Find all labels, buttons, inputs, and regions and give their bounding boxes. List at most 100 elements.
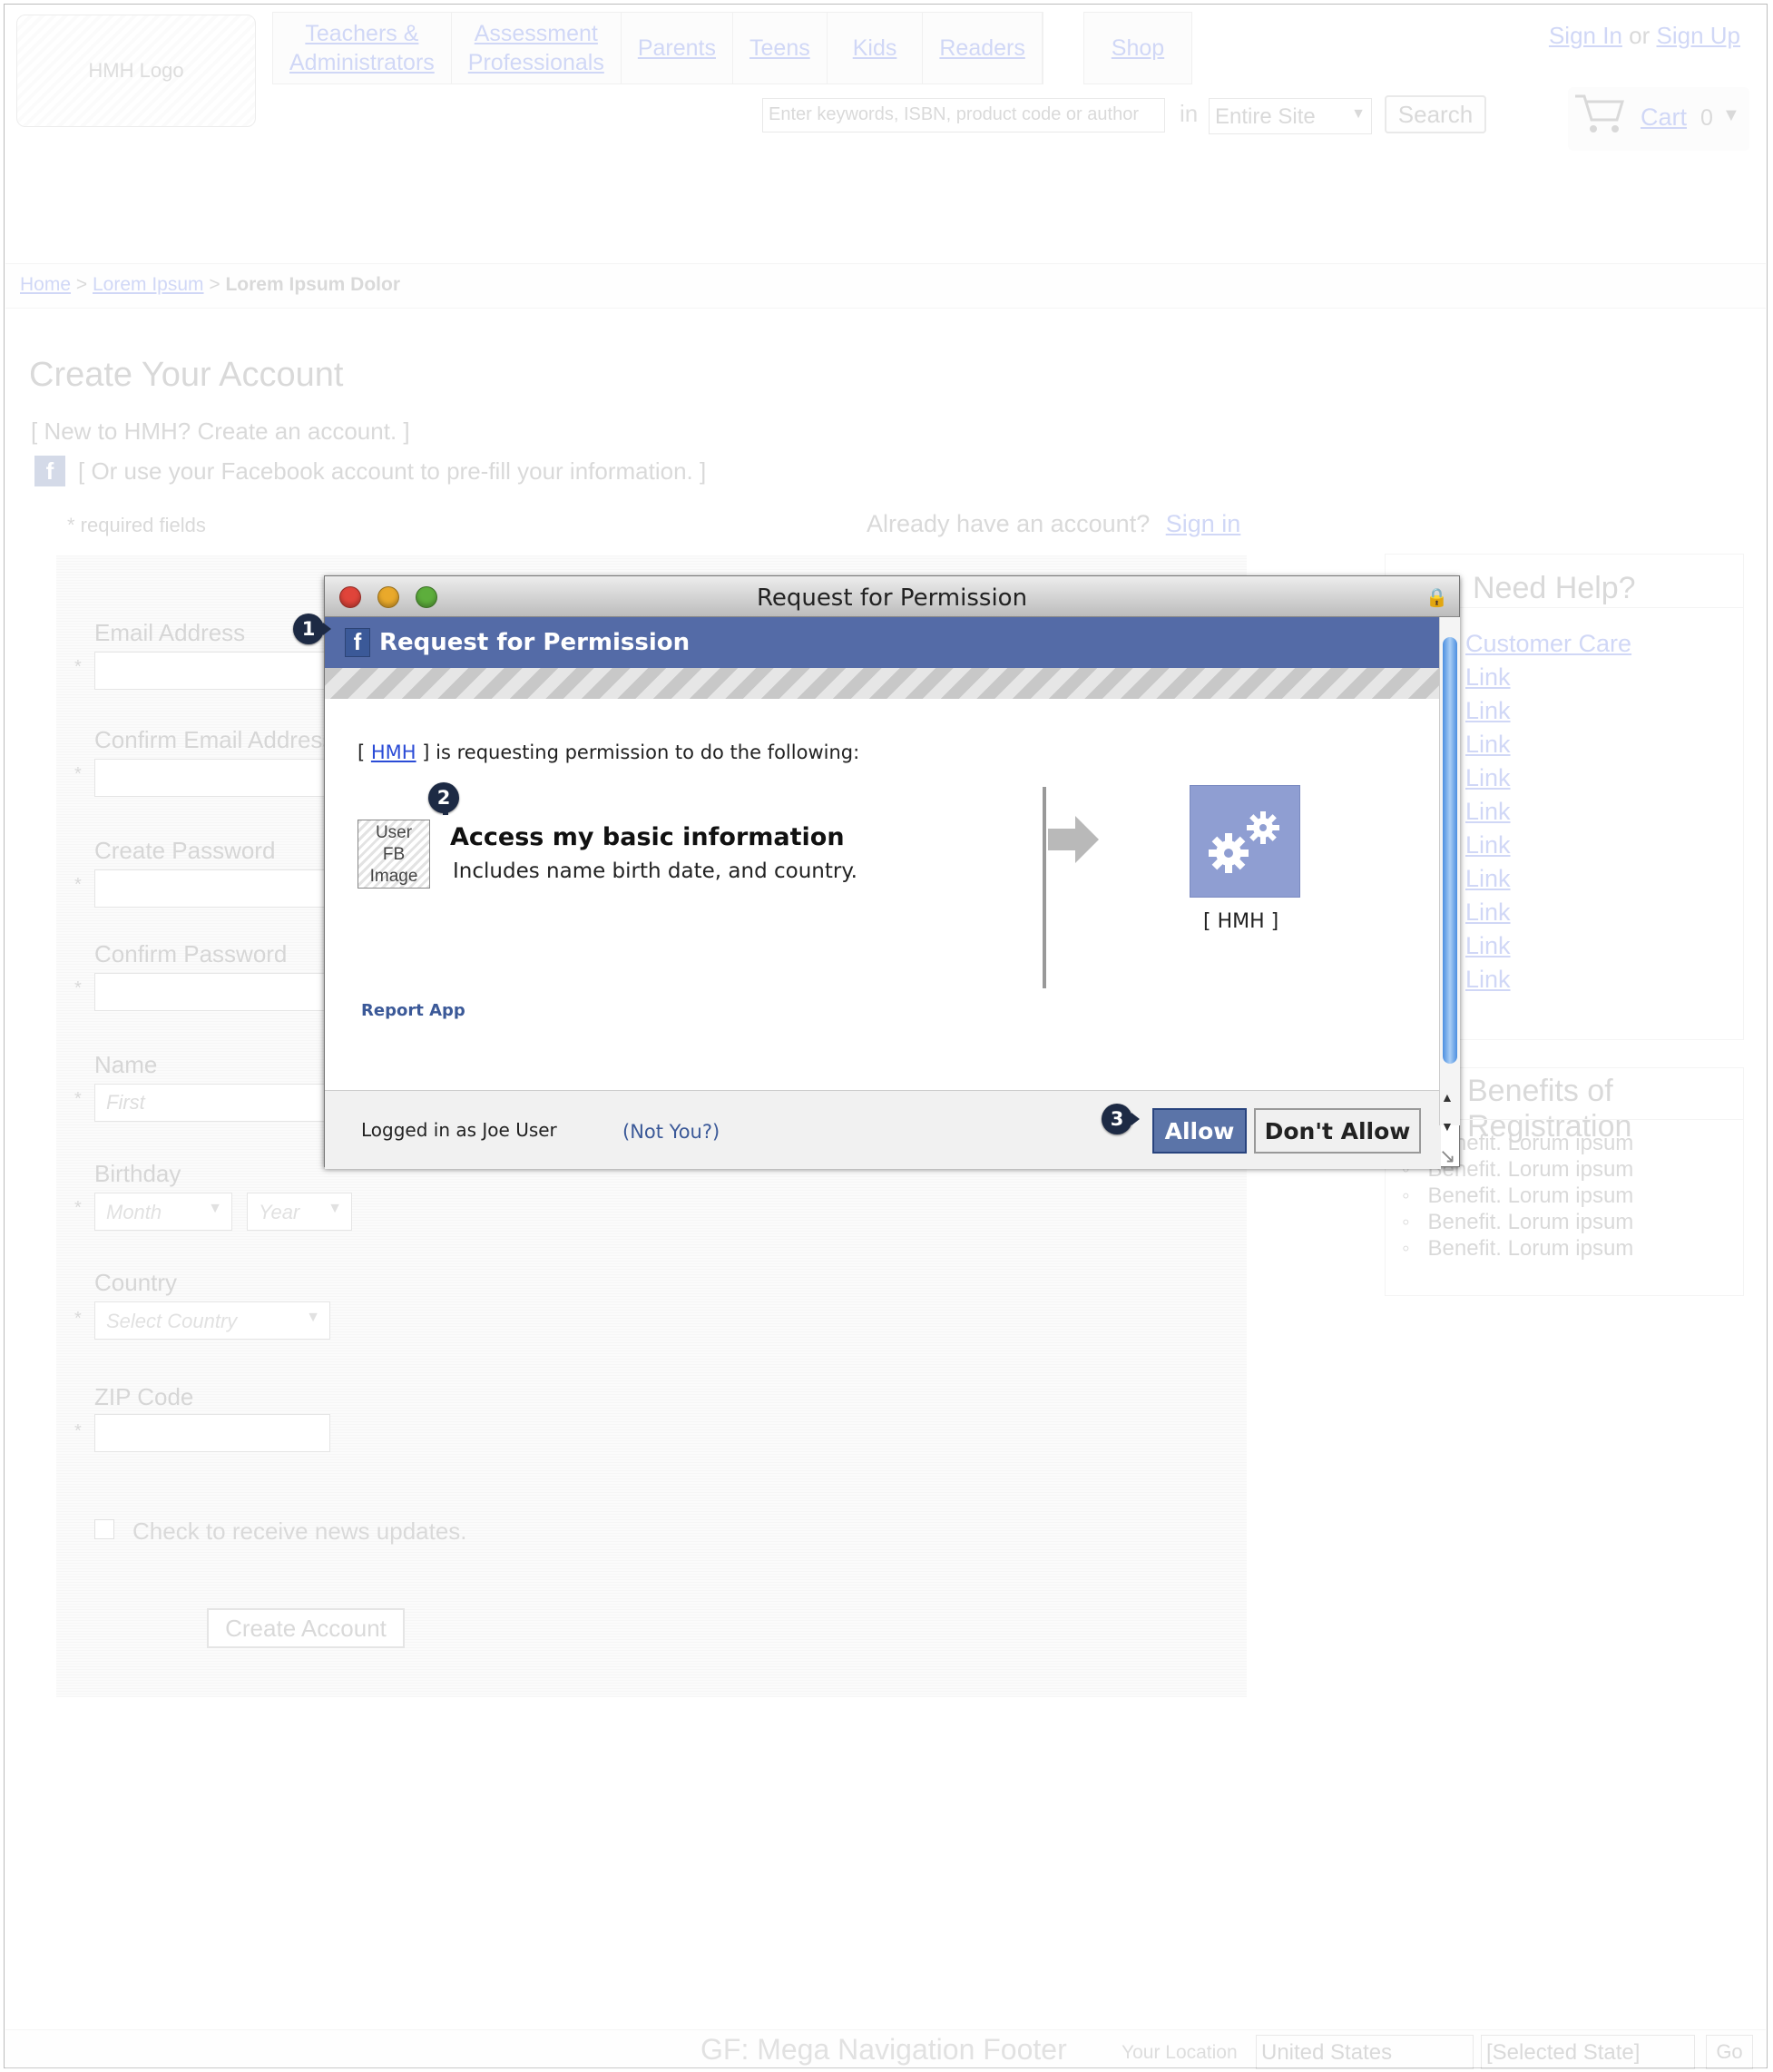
loading-stripes (325, 668, 1439, 699)
search-scope-value: Entire Site (1215, 104, 1316, 129)
create-account-button[interactable]: Create Account (207, 1608, 405, 1648)
go-button[interactable]: Go (1706, 2035, 1753, 2069)
nav-kids[interactable]: Kids (828, 13, 924, 83)
permission-dialog: Request for Permission 🔒 f Request for P… (324, 575, 1460, 1169)
resize-grip-icon[interactable]: ↘ (1439, 1144, 1455, 1168)
footer-title: GF: Mega Navigation Footer (700, 2033, 1067, 2066)
cart-dropdown-icon[interactable]: ▼ (1722, 105, 1740, 126)
top-nav: Teachers & Administrators Assessment Pro… (272, 12, 1043, 84)
already-text: Already have an account? (867, 510, 1151, 537)
help-links: Customer Care Link Link Link Link Link L… (1465, 627, 1631, 997)
window-title: Request for Permission (756, 584, 1028, 612)
logged-in-text: Logged in as Joe User (361, 1119, 557, 1141)
news-checkbox[interactable] (94, 1519, 114, 1539)
user-fb-image: User FB Image (358, 820, 430, 889)
year-select[interactable]: Year ▼ (247, 1193, 352, 1231)
callout-marker: 2 (428, 782, 459, 815)
app-link[interactable]: HMH (371, 741, 416, 763)
required-star: * (74, 978, 82, 998)
app-name: [ HMH ] (1203, 910, 1279, 933)
birthday-label: Birthday (94, 1160, 181, 1187)
search-scope-select[interactable]: Entire Site ▼ (1209, 98, 1372, 134)
sign-in-link[interactable]: Sign in (1166, 510, 1241, 537)
facebook-prefill[interactable]: f [ Or use your Facebook account to pre-… (34, 456, 706, 486)
window-titlebar[interactable]: Request for Permission 🔒 (325, 576, 1459, 617)
news-label: Check to receive news updates. (132, 1517, 467, 1545)
name-label: Name (94, 1051, 158, 1078)
required-star: * (74, 1089, 82, 1109)
nav-teens[interactable]: Teens (733, 13, 828, 83)
search-button[interactable]: Search (1385, 95, 1486, 133)
facebook-prefill-text: [ Or use your Facebook account to pre-fi… (78, 457, 707, 485)
location-country-select[interactable]: United States (1256, 2035, 1474, 2069)
facebook-header: f Request for Permission (325, 617, 1439, 668)
scroll-up-icon[interactable]: ▲ (1441, 1090, 1454, 1105)
month-select[interactable]: Month ▼ (94, 1193, 232, 1231)
nav-teachers[interactable]: Teachers & Administrators (273, 13, 452, 83)
nav-assessment[interactable]: Assessment Professionals (452, 13, 622, 83)
chevron-down-icon: ▼ (1351, 106, 1366, 122)
location-label: Your Location (1122, 2042, 1238, 2063)
allow-button[interactable]: Allow (1152, 1108, 1247, 1154)
not-you-link[interactable]: (Not You?) (622, 1121, 720, 1143)
divider (1043, 787, 1046, 988)
permission-description: Includes name birth date, and country. (453, 859, 857, 883)
help-link[interactable]: Link (1465, 896, 1631, 929)
zip-label: ZIP Code (94, 1383, 194, 1410)
request-line: [ HMH ] is requesting permission to do t… (358, 741, 859, 763)
help-link[interactable]: Link (1465, 963, 1631, 997)
permission-title: Access my basic information (450, 823, 845, 851)
lock-icon: 🔒 (1425, 588, 1448, 608)
facebook-logo-icon: f (345, 628, 370, 657)
cart-count: 0 (1700, 105, 1713, 131)
search-input[interactable]: Enter keywords, ISBN, product code or au… (762, 98, 1165, 133)
chevron-down-icon: ▼ (328, 1201, 342, 1216)
or-text: or (1629, 22, 1651, 49)
help-link[interactable]: Link (1465, 661, 1631, 694)
help-link[interactable]: Link (1465, 694, 1631, 728)
scrollbar[interactable] (1439, 617, 1460, 1125)
in-label: in (1180, 100, 1199, 127)
sign-up-link[interactable]: Sign Up (1657, 22, 1741, 49)
logo-text: HMH Logo (88, 59, 184, 82)
help-link[interactable]: Link (1465, 929, 1631, 963)
nav-shop[interactable]: Shop (1112, 35, 1164, 62)
cart-icon[interactable] (1572, 89, 1626, 136)
confirm-email-label: Confirm Email Address (94, 726, 335, 753)
help-link[interactable]: Link (1465, 728, 1631, 761)
nav-readers[interactable]: Readers (923, 13, 1043, 83)
breadcrumb-level1[interactable]: Lorem Ipsum (93, 274, 204, 295)
benefit-item: ◦ Benefit. Lorum ipsum (1402, 1183, 1634, 1208)
sign-in-link[interactable]: Sign In (1549, 22, 1622, 49)
help-link[interactable]: Link (1465, 761, 1631, 795)
breadcrumb-separator: > (75, 274, 88, 295)
breadcrumb-separator: > (209, 274, 220, 295)
breadcrumb: Home > Lorem Ipsum > Lorem Ipsum Dolor (20, 274, 400, 296)
help-link[interactable]: Link (1465, 795, 1631, 829)
facebook-icon[interactable]: f (34, 456, 65, 486)
report-app-link[interactable]: Report App (361, 1001, 465, 1020)
required-star: * (74, 1309, 82, 1329)
facebook-header-title: Request for Permission (379, 629, 691, 656)
app-icon (1190, 785, 1300, 898)
location-state-select[interactable]: [Selected State] (1481, 2035, 1695, 2069)
cart-link[interactable]: Cart (1641, 103, 1687, 132)
help-link[interactable]: Customer Care (1465, 627, 1631, 661)
zip-field[interactable] (94, 1414, 330, 1452)
hmh-logo[interactable]: HMH Logo (16, 15, 256, 127)
help-link[interactable]: Link (1465, 862, 1631, 896)
scroll-down-icon[interactable]: ▼ (1441, 1119, 1454, 1134)
breadcrumb-home[interactable]: Home (20, 274, 71, 295)
callout-marker: 1 (293, 614, 331, 644)
help-link[interactable]: Link (1465, 829, 1631, 862)
benefit-text: Benefit. Lorum ipsum (1427, 1210, 1634, 1234)
country-select[interactable]: Select Country ▼ (94, 1301, 330, 1340)
dont-allow-button[interactable]: Don't Allow (1254, 1108, 1421, 1154)
account-links: Sign In or Sign Up (1549, 22, 1740, 50)
country-label: Country (94, 1269, 178, 1296)
page-subtitle: [ New to HMH? Create an account. ] (31, 417, 410, 445)
already-have-account: Already have an account? Sign in (867, 510, 1240, 538)
scrollbar-thumb[interactable] (1443, 637, 1457, 1064)
required-star: * (74, 875, 82, 895)
nav-parents[interactable]: Parents (622, 13, 734, 83)
